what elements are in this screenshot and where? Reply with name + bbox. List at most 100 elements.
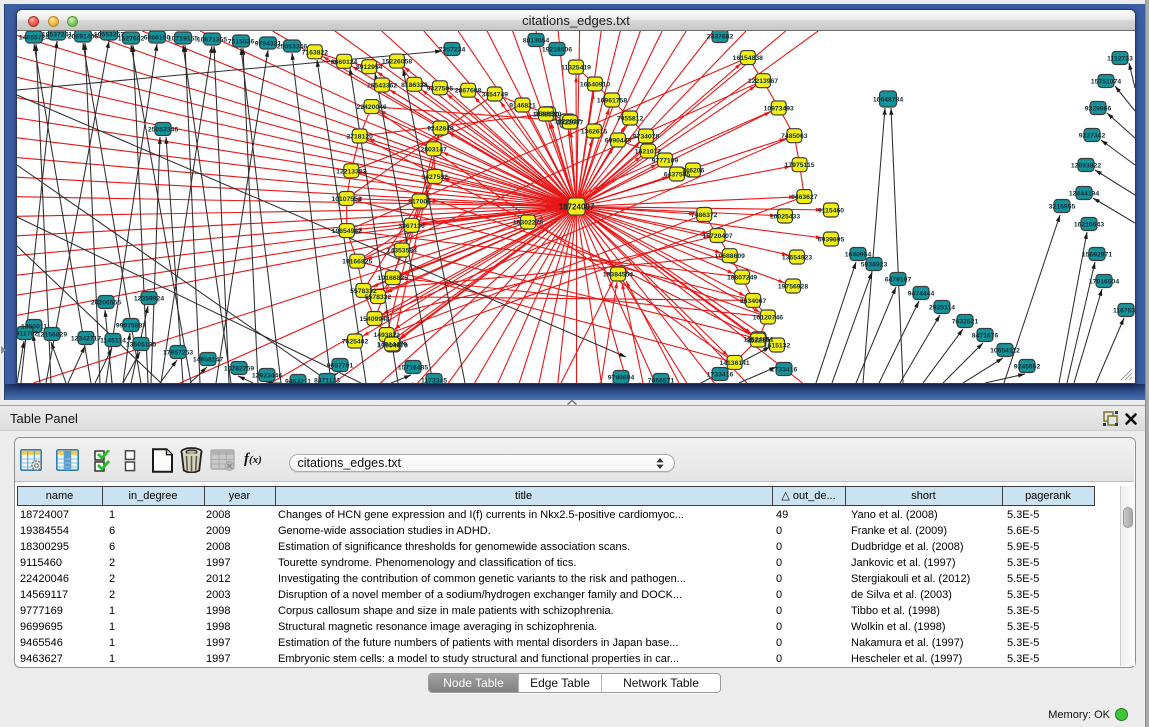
svg-text:8912954: 8912954 [356,64,383,71]
svg-text:7486372: 7486372 [691,212,718,219]
svg-text:7485063: 7485063 [781,133,808,140]
svg-text:19166825: 19166825 [342,259,372,266]
svg-text:15751074: 15751074 [1091,79,1121,86]
svg-text:18807249: 18807249 [727,275,757,282]
svg-text:19166825: 19166825 [378,275,408,282]
svg-text:12213967: 12213967 [748,78,778,85]
svg-text:6939695: 6939695 [818,237,845,244]
svg-text:15716485: 15716485 [398,365,428,372]
svg-text:22420046: 22420046 [356,104,386,111]
svg-text:13654923: 13654923 [782,255,812,262]
svg-text:3867130: 3867130 [398,223,425,230]
svg-text:17957253: 17957253 [163,350,193,357]
svg-text:8660124: 8660124 [331,59,358,66]
svg-text:8471676: 8471676 [972,333,999,340]
svg-text:10688609: 10688609 [715,253,745,260]
svg-text:14136141: 14136141 [719,360,749,367]
svg-text:15409948: 15409948 [359,316,389,323]
svg-text:10719155: 10719155 [168,36,198,43]
svg-text:1145114: 1145114 [100,338,126,345]
svg-text:9777109: 9777109 [652,158,679,165]
svg-text:10654112: 10654112 [990,348,1020,355]
svg-text:19756928: 19756928 [778,284,808,291]
svg-text:3215955: 3215955 [1049,204,1076,211]
svg-text:6466160: 6466160 [144,35,171,42]
svg-text:1112733: 1112733 [1107,56,1133,63]
svg-text:15692971: 15692971 [1082,252,1112,259]
svg-text:14353594: 14353594 [387,248,417,255]
svg-text:2718120: 2718120 [346,134,373,141]
svg-text:9327505: 9327505 [427,85,454,92]
svg-text:2803147: 2803147 [420,146,447,153]
svg-text:746206: 746206 [682,168,705,175]
svg-text:16671355: 16671355 [197,37,227,44]
svg-text:1527602: 1527602 [118,36,145,43]
svg-text:16154838: 16154838 [733,55,763,62]
svg-text:9245652: 9245652 [1014,364,1041,371]
svg-text:12156829: 12156829 [37,332,67,339]
svg-text:3427552: 3427552 [421,174,448,181]
svg-text:11325419: 11325419 [561,65,591,72]
svg-text:1362615: 1362615 [581,129,608,136]
svg-text:1733416: 1733416 [771,367,798,374]
svg-text:3454749: 3454749 [482,92,509,99]
svg-text:9463627: 9463627 [791,194,818,201]
svg-text:1350011: 1350011 [21,324,47,331]
svg-text:10025433: 10025433 [770,214,800,221]
svg-text:16120746: 16120746 [753,315,783,322]
svg-text:15226058: 15226058 [382,59,412,66]
svg-text:7625402: 7625402 [342,339,369,346]
svg-text:19384554: 19384554 [603,272,633,279]
svg-text:1322037: 1322037 [557,120,584,127]
svg-text:1615132: 1615132 [764,343,791,350]
svg-text:14958147: 14958147 [193,357,223,364]
svg-text:20206555: 20206555 [91,300,121,307]
svg-text:17016504: 17016504 [1089,279,1119,286]
svg-text:1493822: 1493822 [373,332,400,339]
svg-text:10107552: 10107552 [331,196,361,203]
svg-text:12342717: 12342717 [71,336,101,343]
svg-text:9463211: 9463211 [285,379,311,384]
svg-text:9657791: 9657791 [327,363,354,370]
svg-text:7515526: 7515526 [228,39,255,46]
svg-text:6479197: 6479197 [885,277,912,284]
svg-text:5938923: 5938923 [861,262,888,269]
svg-text:16782759: 16782759 [224,366,254,373]
svg-text:16648784: 16648784 [873,97,903,104]
svg-text:12359924: 12359924 [134,296,164,303]
svg-text:2867608: 2867608 [455,88,482,95]
svg-text:8186328: 8186328 [401,82,428,89]
svg-text:9146821: 9146821 [509,103,536,110]
svg-text:18724007: 18724007 [559,203,595,212]
svg-text:12444194: 12444194 [1069,191,1099,198]
svg-text:3634067: 3634067 [740,298,767,305]
svg-text:9329966: 9329966 [1085,106,1112,113]
svg-text:16640910: 16640910 [580,82,610,89]
svg-text:1173345: 1173345 [421,378,447,384]
svg-text:17975115: 17975115 [785,162,815,169]
svg-text:25053346: 25053346 [148,127,178,134]
svg-text:9227342: 9227342 [1079,133,1106,140]
svg-text:7066571: 7066571 [648,378,675,384]
svg-text:10973493: 10973493 [764,105,794,112]
svg-text:9115460: 9115460 [818,208,844,215]
svg-text:2437682: 2437682 [707,34,734,41]
svg-text:1621072: 1621072 [635,149,662,156]
svg-text:9474444: 9474444 [908,291,935,298]
svg-text:12213383: 12213383 [336,168,366,175]
svg-text:19654982: 19654982 [332,228,362,235]
svg-text:15302275: 15302275 [513,220,543,227]
svg-text:14914479: 14914479 [377,342,407,349]
svg-text:3911702: 3911702 [17,331,38,338]
svg-text:1640954: 1640954 [845,252,872,259]
svg-text:12093822: 12093822 [1071,163,1101,170]
svg-text:7357234: 7357234 [439,47,466,54]
svg-text:1588520: 1588520 [533,112,560,119]
svg-text:9242848: 9242848 [427,126,454,133]
svg-text:9734078: 9734078 [633,134,660,141]
svg-text:2935114: 2935114 [929,305,955,312]
svg-text:99975887: 99975887 [116,323,146,330]
svg-text:16961758: 16961758 [597,98,627,105]
svg-text:5578332: 5578332 [365,294,392,301]
svg-text:19218506: 19218506 [542,47,572,54]
